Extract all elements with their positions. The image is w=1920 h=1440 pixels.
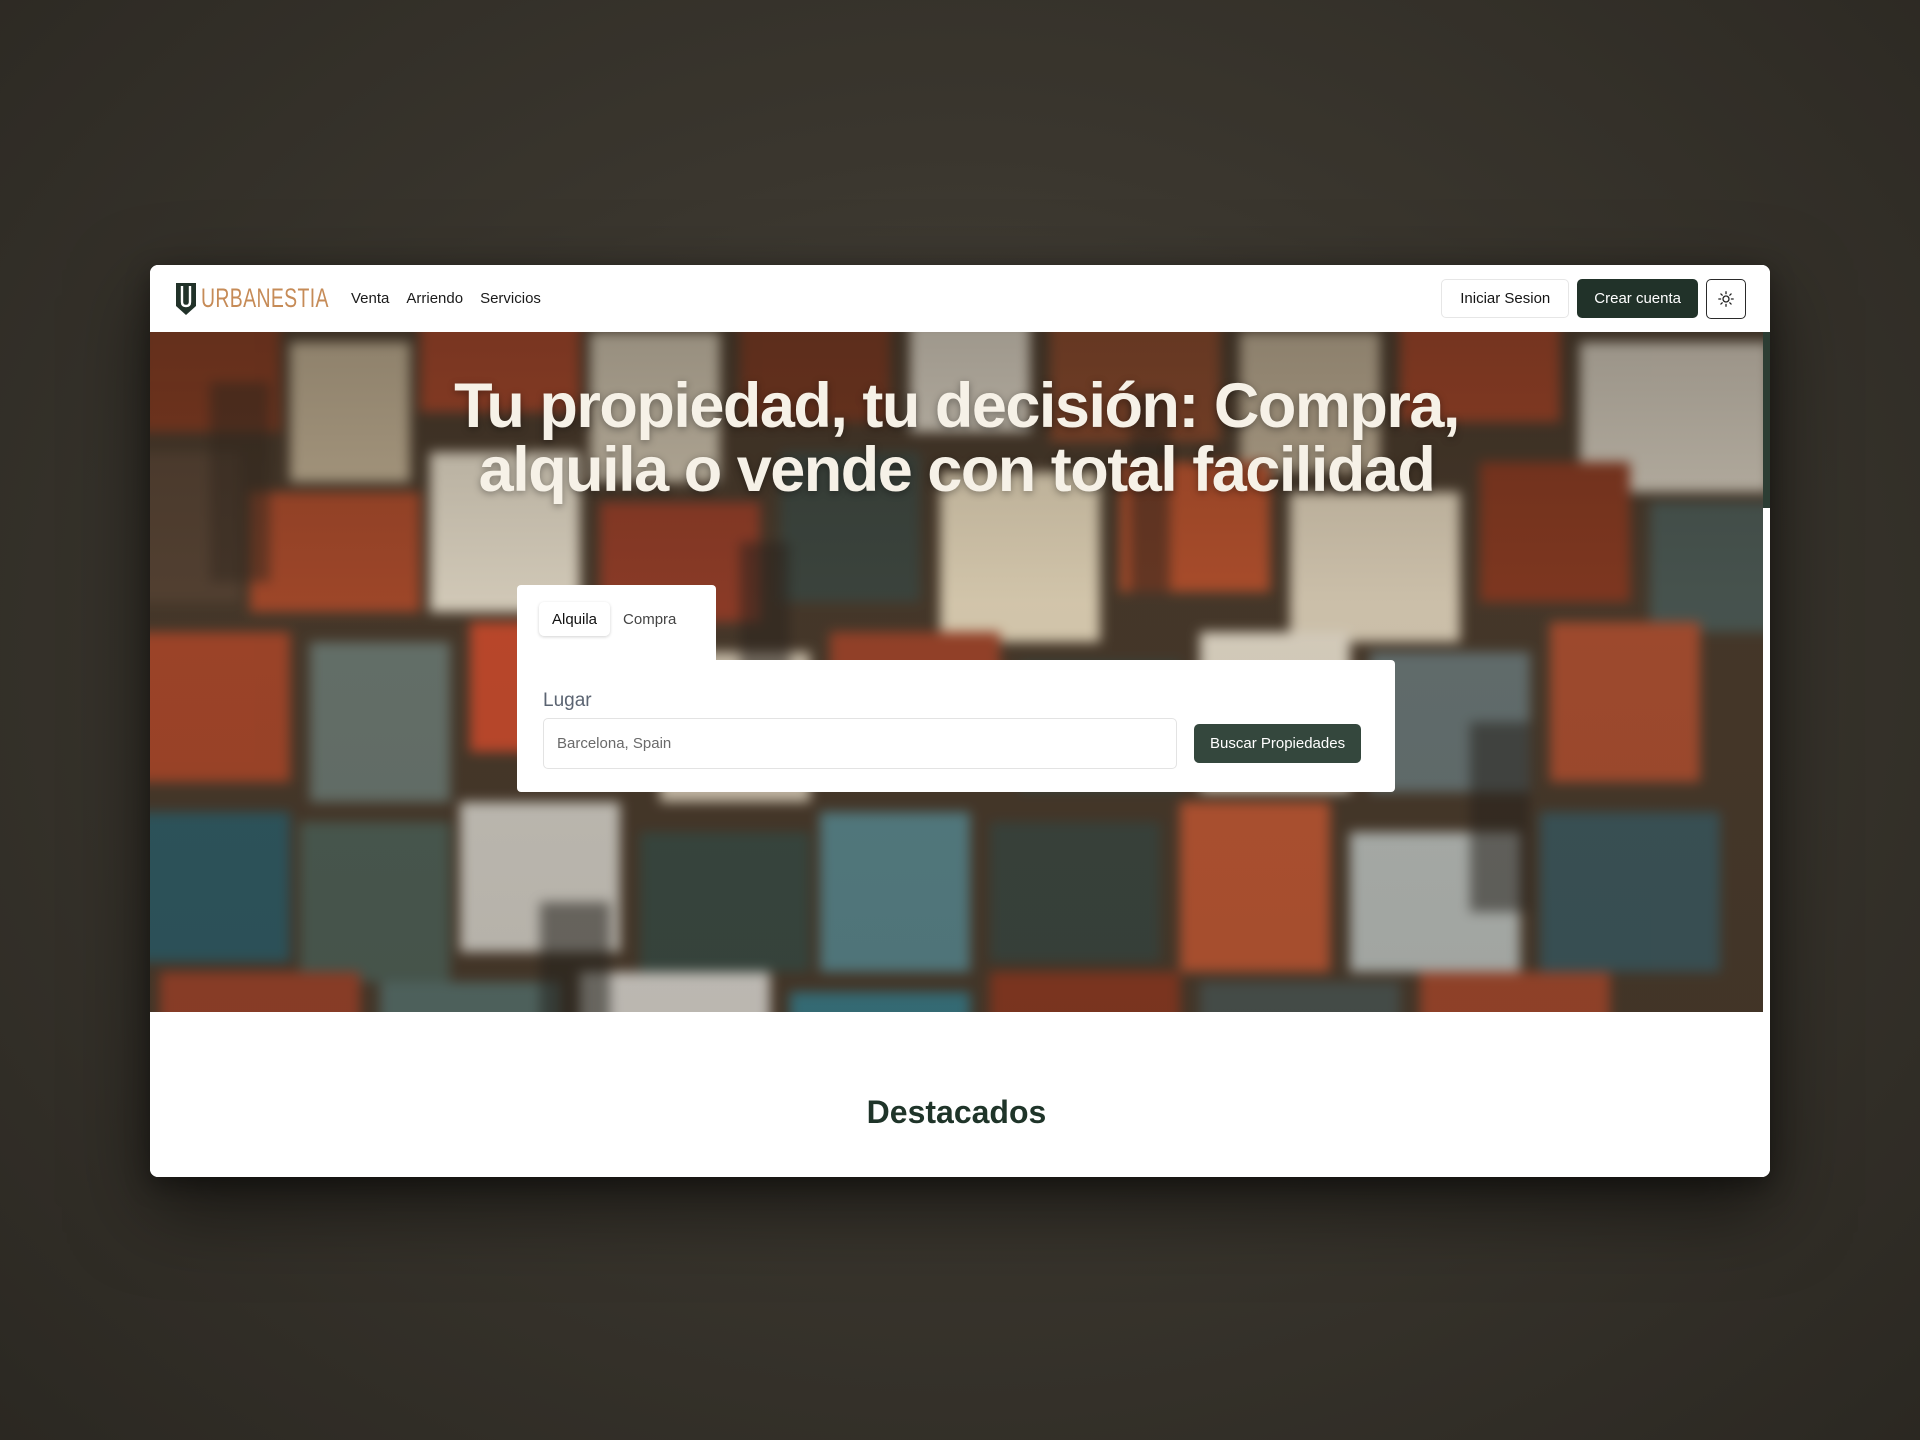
- login-button[interactable]: Iniciar Sesion: [1441, 279, 1570, 318]
- tab-alquila[interactable]: Alquila: [539, 602, 611, 636]
- shield-logo-icon: [176, 282, 196, 315]
- hero-title-line-2: alquila o vende con total facilidad: [478, 435, 1436, 505]
- search-properties-button[interactable]: Buscar Propiedades: [1194, 724, 1362, 763]
- nav-link-arriendo[interactable]: Arriendo: [406, 290, 463, 307]
- browser-window: URBANESTIA Venta Arriendo Servicios Inic…: [150, 265, 1770, 1177]
- featured-title: Destacados: [866, 1094, 1047, 1130]
- featured-section: Destacados: [150, 1012, 1770, 1177]
- search-card: Lugar Buscar Propiedades: [517, 660, 1395, 792]
- nav-link-venta[interactable]: Venta: [351, 290, 389, 307]
- brand-logo[interactable]: URBANESTIA: [175, 279, 329, 319]
- scrollbar-thumb[interactable]: [1763, 332, 1770, 508]
- tab-compra[interactable]: Compra: [610, 602, 689, 636]
- search-tabs: Alquila Compra: [517, 585, 716, 661]
- hero-section: Tu propiedad, tu decisión: Compra, alqui…: [150, 332, 1763, 1012]
- hero-title-line-1: Tu propiedad, tu decisión: Compra,: [454, 371, 1460, 441]
- search-row: Buscar Propiedades: [543, 718, 1369, 769]
- nav-link-servicios[interactable]: Servicios: [480, 290, 541, 307]
- hero-title: Tu propiedad, tu decisión: Compra, alqui…: [150, 374, 1763, 502]
- theme-toggle-button[interactable]: [1706, 278, 1746, 319]
- header-actions: Iniciar Sesion Crear cuenta: [1441, 278, 1746, 319]
- sun-icon: [1718, 290, 1734, 307]
- location-label: Lugar: [543, 690, 592, 711]
- main-nav: Venta Arriendo Servicios: [351, 290, 541, 307]
- signup-button[interactable]: Crear cuenta: [1577, 279, 1698, 318]
- location-input[interactable]: [543, 718, 1177, 769]
- top-navbar: URBANESTIA Venta Arriendo Servicios Inic…: [150, 265, 1770, 332]
- brand-name: URBANESTIA: [201, 283, 329, 313]
